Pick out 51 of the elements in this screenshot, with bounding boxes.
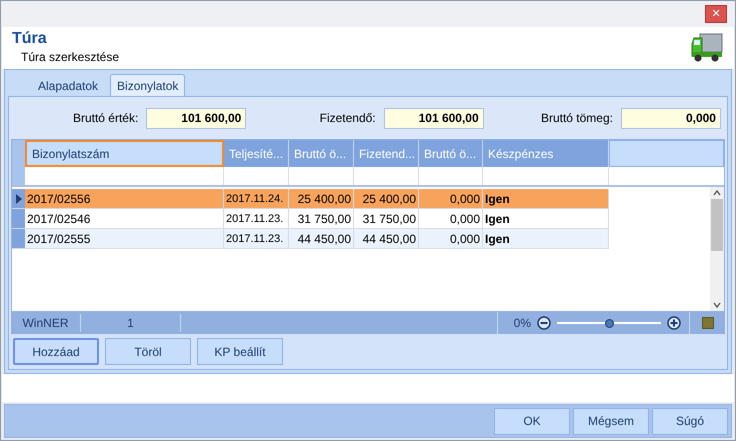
table-cell: 2017.11.23. <box>224 229 289 248</box>
table-cell: 0,000 <box>419 229 483 248</box>
table-cell: Igen <box>483 209 609 228</box>
table-cell: Igen <box>483 229 609 248</box>
table-cell: 0,000 <box>419 209 483 228</box>
status-user: WinNER <box>11 314 81 332</box>
action-button[interactable]: Töröl <box>105 338 191 365</box>
table-row[interactable]: 2017/02555 2017.11.23. 44 450,00 44 450,00 0,000 Igen <box>12 229 609 249</box>
scrollbar-thumb[interactable] <box>711 199 723 251</box>
zoom-reading: 0% <box>514 315 531 332</box>
row-pointer-icon <box>16 194 22 204</box>
table-cell: 2017.11.23. <box>224 209 289 228</box>
table-row[interactable]: 2017/02546 2017.11.23. 31 750,00 31 750,00 0,000 Igen <box>12 209 609 229</box>
action-button[interactable]: Hozzáad <box>13 338 99 365</box>
window-subtitle: Túra szerkesztése <box>21 49 120 66</box>
table-cell: 44 450,00 <box>354 229 419 248</box>
table-cell: Igen <box>483 189 609 208</box>
window-title: Túra <box>12 30 48 48</box>
value-field[interactable]: 101 600,00 <box>384 108 484 128</box>
scrollbar[interactable] <box>710 187 724 311</box>
table-cell: 25 400,00 <box>354 189 419 208</box>
square-icon <box>702 317 714 329</box>
tab[interactable]: Alapadatok <box>28 76 108 96</box>
field-label: Bruttó tömeg: <box>540 110 613 127</box>
field-label: Fizetendő: <box>320 110 376 127</box>
zoom-in-icon[interactable] <box>667 316 681 330</box>
table-cell: 2017/02556 <box>25 189 224 208</box>
dialog-button[interactable]: Mégsem <box>573 408 649 434</box>
dialog-button[interactable]: OK <box>494 408 570 434</box>
zoom-slider[interactable] <box>557 318 661 328</box>
close-button[interactable]: ✕ <box>705 5 727 23</box>
truck-icon <box>690 32 724 64</box>
zoom-out-icon[interactable] <box>537 316 551 330</box>
table-cell: 2017/02546 <box>25 209 224 228</box>
table-row[interactable]: 2017/02556 2017.11.24. 25 400,00 25 400,00 0,000 Igen <box>12 189 609 209</box>
tab[interactable]: Bizonylatok <box>110 74 186 96</box>
table-cell: 25 400,00 <box>289 189 354 208</box>
table-cell: 31 750,00 <box>289 209 354 228</box>
column-header[interactable]: Bizonylatszám <box>25 140 224 167</box>
field-label: Bruttó érték: <box>72 110 138 127</box>
action-button[interactable]: KP beállít <box>197 338 283 365</box>
table-cell: 2017/02555 <box>25 229 224 248</box>
table-cell: 2017.11.24. <box>224 189 289 208</box>
value-field[interactable]: 0,000 <box>620 108 721 128</box>
table-cell: 31 750,00 <box>354 209 419 228</box>
status-count: 1 <box>81 314 181 332</box>
dialog-button[interactable]: Súgó <box>652 408 728 434</box>
value-field[interactable]: 101 600,00 <box>146 108 246 128</box>
table-cell: 44 450,00 <box>289 229 354 248</box>
table-cell: 0,000 <box>419 189 483 208</box>
grid-corner <box>12 140 25 167</box>
